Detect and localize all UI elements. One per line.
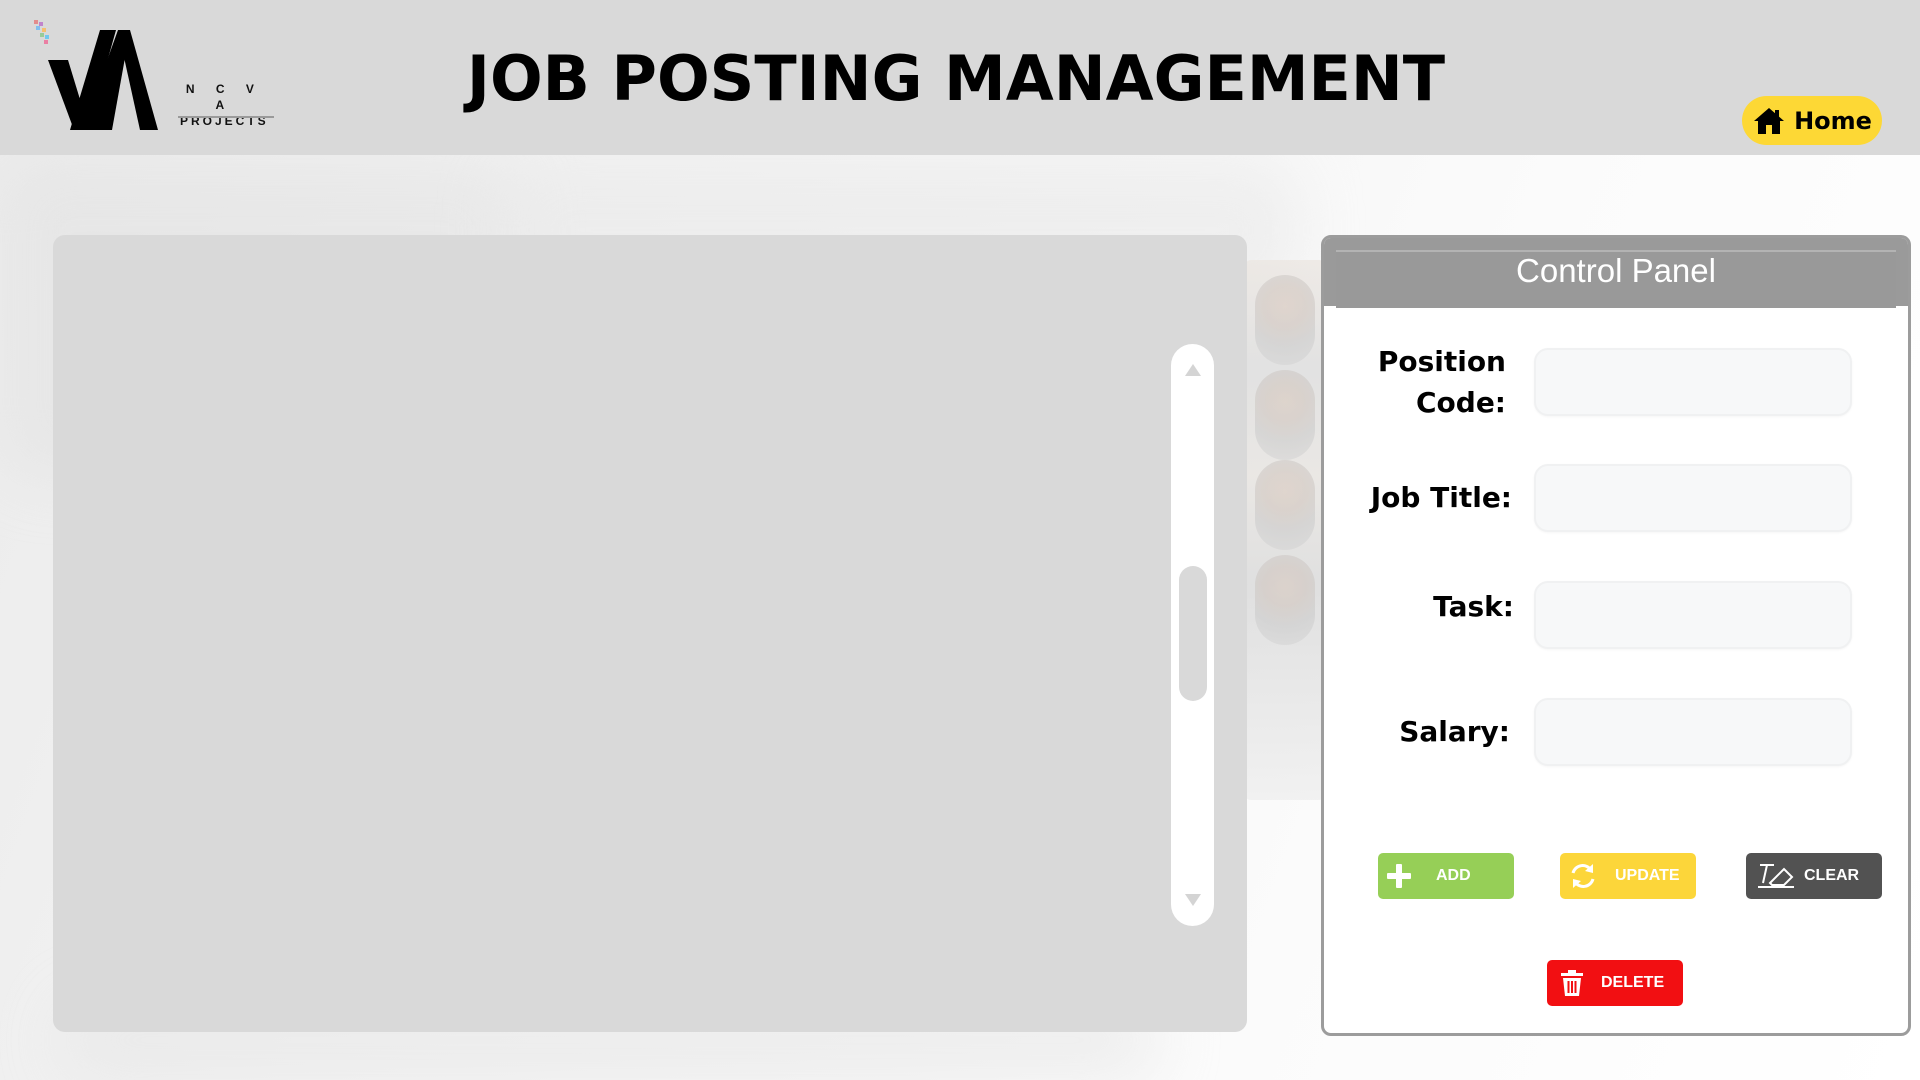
control-panel-header: Control Panel	[1324, 238, 1908, 308]
control-panel: Control Panel Position Code: Job Title: …	[1321, 235, 1911, 1036]
job-title-label: Job Title:	[1370, 481, 1512, 514]
background-face	[1255, 370, 1315, 460]
page-title-text: JOB POSTING MANAGEMENT	[466, 42, 1446, 115]
job-postings-table-area	[53, 235, 1247, 1032]
plus-icon	[1384, 861, 1414, 891]
update-button[interactable]: UPDATE	[1560, 853, 1696, 899]
vertical-scrollbar[interactable]	[1171, 344, 1214, 926]
position-code-label: Position Code:	[1377, 345, 1506, 419]
delete-button[interactable]: DELETE	[1547, 960, 1683, 1006]
home-button[interactable]: Home	[1742, 96, 1882, 145]
update-button-label: UPDATE	[1615, 867, 1680, 884]
triangle-up-icon	[1184, 364, 1201, 376]
clear-button-label: CLEAR	[1804, 867, 1860, 884]
scrollbar-thumb[interactable]	[1179, 566, 1207, 701]
scroll-up-button[interactable]	[1171, 350, 1214, 390]
refresh-icon	[1568, 861, 1598, 891]
salary-label: Salary:	[1399, 715, 1510, 748]
job-title-input[interactable]	[1534, 464, 1852, 532]
add-button[interactable]: ADD	[1378, 853, 1514, 899]
task-input[interactable]	[1534, 581, 1852, 649]
triangle-down-icon	[1184, 894, 1201, 906]
salary-input[interactable]	[1534, 698, 1852, 766]
page-title: JOB POSTING MANAGEMENT	[0, 42, 1920, 115]
eraser-icon	[1756, 861, 1796, 891]
trash-icon	[1557, 968, 1587, 998]
position-code-input[interactable]	[1534, 348, 1852, 416]
task-label: Task:	[1433, 590, 1514, 623]
delete-button-label: DELETE	[1601, 974, 1665, 991]
add-button-label: ADD	[1436, 867, 1471, 884]
header-bar: N C V A PROJECTS JOB POSTING MANAGEMENT …	[0, 0, 1920, 155]
home-icon	[1754, 107, 1785, 134]
control-panel-title: Control Panel	[1516, 252, 1716, 289]
background-face	[1255, 555, 1315, 645]
background-face	[1255, 460, 1315, 550]
background-face	[1255, 275, 1315, 365]
logo-divider	[178, 116, 274, 118]
home-button-label: Home	[1794, 106, 1872, 135]
clear-button[interactable]: CLEAR	[1746, 853, 1882, 899]
scroll-down-button[interactable]	[1171, 880, 1214, 920]
